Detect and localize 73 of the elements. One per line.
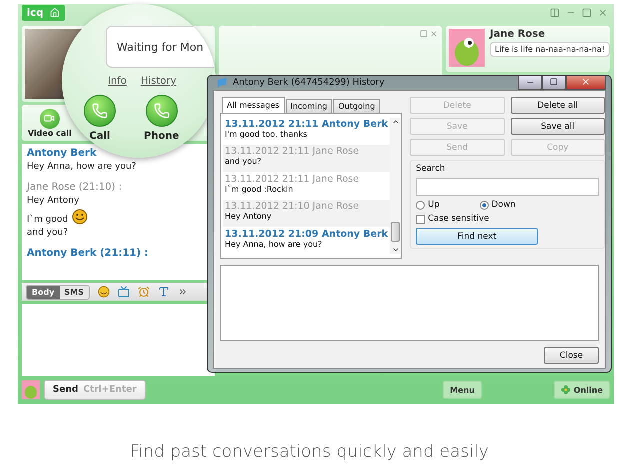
message-preview[interactable] [220,265,599,341]
entry-header: 13.11.2012 21:11 Jane Rose [225,146,360,158]
case-sensitive-checkbox[interactable]: Case sensitive [416,214,600,224]
scrollbar[interactable] [390,118,402,254]
scrollbar-thumb[interactable] [391,222,400,242]
close-button[interactable]: Close [544,347,599,364]
mode-toggle[interactable]: Body [27,286,60,298]
message-author: Jane Rose (21:10) : [27,182,124,193]
entry-text: I'm good too, thanks [225,130,308,139]
message-text: Hey Antony [27,196,80,206]
message-input[interactable] [22,304,215,376]
history-tab[interactable]: Incoming [286,99,332,113]
close-icon [581,77,591,87]
status-button[interactable]: Online [554,381,610,399]
caption: Find past conversations quickly and easily [130,442,489,462]
status-message: Waiting for Mon [106,26,216,68]
peer-name: Jane Rose [490,29,546,40]
search-label: Search [416,164,446,174]
entry-header: 13.11.2012 21:11 Antony Berk [225,119,388,130]
video-camera-icon [44,113,56,124]
direction-radio[interactable]: Down [480,200,516,210]
smiley-icon[interactable] [98,286,110,298]
minimize-button[interactable] [518,76,542,90]
maximize-icon [550,78,558,86]
maximize-button[interactable] [542,76,566,90]
alarm-clock-icon[interactable] [138,286,150,298]
text-format-icon[interactable] [158,286,170,298]
entry-text: I`m good :Rockin [225,184,294,194]
direction-radio[interactable]: Up [416,200,440,210]
restore-icon[interactable] [420,30,428,38]
entry-text: Hey Antony [225,212,273,222]
profile-link[interactable]: Info [108,76,127,87]
entry-header: 13.11.2012 21:10 Jane Rose [225,201,360,212]
history-tab[interactable]: Outgoing [333,99,380,113]
phone-icon [154,103,170,119]
history-entry[interactable]: 13.11.2012 21:11 Jane Rose and you? [223,145,390,172]
more-icon[interactable] [178,287,188,297]
home-icon[interactable] [50,8,60,18]
scroll-down-icon[interactable] [392,246,400,254]
peer-status-message: Life is life na-naa-na-na-na! [490,42,610,57]
flower-icon [560,385,571,395]
find-next-button[interactable]: Find next [416,228,538,245]
monster-avatar-drawing [449,29,485,67]
tv-icon[interactable] [118,286,130,298]
phone-icon [92,103,108,119]
message-text: Hey Anna, how are you? [27,162,136,172]
call-button[interactable]: Video call [28,108,72,138]
message-text: and you? [27,228,68,238]
message-author: Antony Berk (21:11) : [27,248,150,259]
mode-toggle[interactable]: SMS [60,286,90,298]
history-entry[interactable]: 13.11.2012 21:10 Jane Rose Hey Antony [223,200,390,227]
menu-button[interactable]: Menu [443,381,482,399]
chat-icon [217,78,228,88]
entry-header: 13.11.2012 21:09 Antony Berk [225,228,388,240]
maximize-icon[interactable] [582,8,592,18]
close-icon[interactable] [598,8,608,18]
close-button[interactable] [566,76,606,90]
scroll-up-icon[interactable] [392,118,400,126]
history-tab[interactable]: All messages [222,97,285,113]
search-field[interactable] [416,178,600,196]
profile-link[interactable]: History [140,76,177,87]
entry-text: and you? [225,157,263,166]
send-button[interactable]: Send Ctrl+Enter [44,380,146,400]
entry-header: 13.11.2012 21:11 Jane Rose [225,174,360,185]
history-action-button[interactable]: Delete all [510,97,606,114]
message-text: I`m good [27,215,68,225]
entry-text: Hey Anna, how are you? [225,240,324,249]
layout-icon[interactable] [550,8,560,18]
window-title: Antony Berk (647454299) History [233,78,385,88]
message-author: Antony Berk [27,148,98,159]
close-icon[interactable] [430,30,438,38]
history-action-button[interactable]: Save all [510,118,606,135]
monster-avatar-drawing [22,380,40,400]
